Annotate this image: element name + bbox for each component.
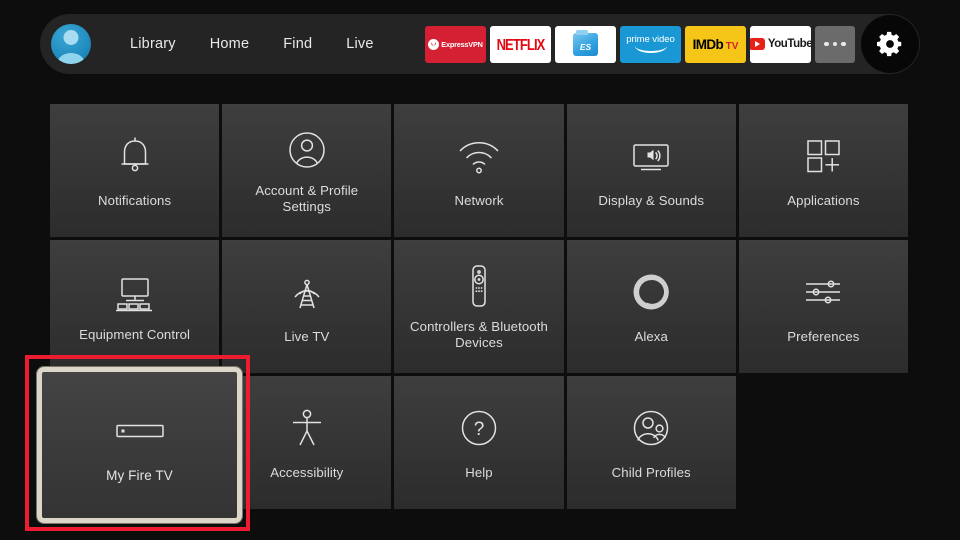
imdb-tv-suffix: TV xyxy=(725,40,739,52)
person-circle-icon xyxy=(285,127,329,173)
tile-help[interactable]: ? Help xyxy=(394,376,564,509)
youtube-label: YouTube xyxy=(767,38,811,50)
app-prime-video[interactable]: prime video xyxy=(620,25,681,63)
tile-applications[interactable]: Applications xyxy=(738,104,908,237)
child-profiles-icon xyxy=(629,405,673,451)
nav-links: Library Home Find Live xyxy=(113,30,391,58)
sliders-icon xyxy=(800,269,846,315)
tile-alexa[interactable]: Alexa xyxy=(566,240,736,373)
expressvpn-logo: ExpressVPN xyxy=(428,38,483,50)
youtube-play-icon xyxy=(750,38,765,50)
app-netflix[interactable]: NETFLIX xyxy=(490,25,551,63)
app-grid-plus-icon xyxy=(802,133,844,179)
es-folder-icon: ES xyxy=(573,29,598,56)
tile-label: Live TV xyxy=(284,328,330,344)
settings-button[interactable] xyxy=(861,15,919,73)
ellipsis-icon xyxy=(824,41,846,47)
expressvpn-label: ExpressVPN xyxy=(441,39,483,49)
bell-icon xyxy=(115,133,155,179)
imdb-label: IMDb xyxy=(692,36,724,52)
imdb-tv-logo: IMDb TV xyxy=(693,37,739,52)
antenna-tower-icon xyxy=(285,269,329,315)
tile-label: Preferences xyxy=(787,328,860,344)
profile-avatar[interactable] xyxy=(51,24,91,64)
top-navigation-bar: Library Home Find Live ExpressVPN NETFLI… xyxy=(40,14,920,74)
tile-label: Account & Profile Settings xyxy=(255,183,359,214)
nav-item-home[interactable]: Home xyxy=(193,30,266,58)
app-shortcuts: ExpressVPN NETFLIX ES prime video IMDb T… xyxy=(425,15,920,73)
tile-network[interactable]: Network xyxy=(394,104,564,237)
tile-equipment-control[interactable]: Equipment Control xyxy=(50,240,220,373)
app-imdb-tv[interactable]: IMDb TV xyxy=(685,25,746,63)
prime-video-label: prime video xyxy=(626,34,675,46)
avatar-body xyxy=(57,53,85,64)
app-youtube[interactable]: YouTube xyxy=(750,25,811,63)
question-circle-icon: ? xyxy=(457,405,501,451)
svg-text:?: ? xyxy=(474,419,485,440)
equipment-monitor-icon xyxy=(111,271,159,317)
tile-label: Network xyxy=(454,192,504,208)
tile-label: My Fire TV xyxy=(106,467,173,483)
fire-tv-settings-screen: Library Home Find Live ExpressVPN NETFLI… xyxy=(0,0,960,540)
nav-item-library[interactable]: Library xyxy=(113,30,193,58)
tile-child-profiles[interactable]: Child Profiles xyxy=(566,376,736,509)
gear-icon xyxy=(877,31,902,57)
remote-control-icon xyxy=(466,263,492,309)
tile-live-tv[interactable]: Live TV xyxy=(222,240,392,373)
tile-label: Help xyxy=(465,464,493,480)
prime-video-logo: prime video xyxy=(626,35,675,53)
netflix-label: NETFLIX xyxy=(496,35,546,53)
tile-preferences[interactable]: Preferences xyxy=(738,240,908,373)
tile-label: Child Profiles xyxy=(611,464,691,480)
youtube-logo: YouTube xyxy=(750,38,811,50)
selection-highlight-annotation: My Fire TV xyxy=(25,355,250,531)
more-apps-button[interactable] xyxy=(815,25,855,63)
app-es-file-explorer[interactable]: ES xyxy=(555,25,616,63)
accessibility-person-icon xyxy=(287,405,327,451)
app-expressvpn[interactable]: ExpressVPN xyxy=(425,25,486,63)
tile-notifications[interactable]: Notifications xyxy=(50,104,220,237)
es-label: ES xyxy=(579,42,592,52)
wifi-icon xyxy=(456,133,502,179)
tile-label: Notifications xyxy=(98,192,172,208)
tile-label: Equipment Control xyxy=(79,326,191,342)
amazon-smile-icon xyxy=(634,46,667,53)
tile-label: Applications xyxy=(787,192,860,208)
fire-tv-stick-icon xyxy=(113,408,167,454)
tile-label: Controllers & Bluetooth Devices xyxy=(410,319,548,350)
tile-label: Alexa xyxy=(634,328,668,344)
nav-item-live[interactable]: Live xyxy=(329,30,390,58)
tile-account-profile-settings[interactable]: Account & Profile Settings xyxy=(222,104,392,237)
avatar-head xyxy=(63,30,79,45)
tile-display-and-sounds[interactable]: Display & Sounds xyxy=(566,104,736,237)
tile-my-fire-tv[interactable]: My Fire TV xyxy=(37,367,242,523)
tile-label: Display & Sounds xyxy=(598,192,705,208)
tile-label: Accessibility xyxy=(270,464,344,480)
tv-sound-icon xyxy=(627,133,675,179)
expressvpn-mark-icon xyxy=(428,38,440,50)
alexa-ring-icon xyxy=(629,269,673,315)
tile-controllers-bluetooth-devices[interactable]: Controllers & Bluetooth Devices xyxy=(394,240,564,373)
nav-item-find[interactable]: Find xyxy=(266,30,329,58)
